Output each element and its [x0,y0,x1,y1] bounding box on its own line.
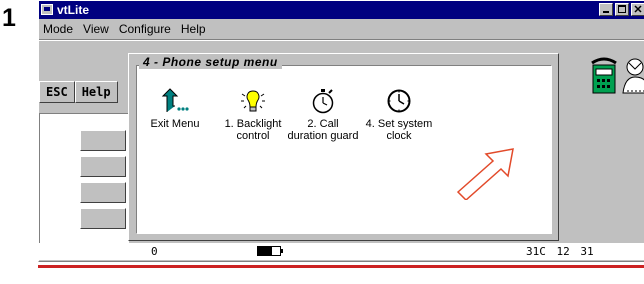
menu-item-sublabel: clock [386,130,412,142]
window-controls [599,3,644,16]
phone-status-icons [591,57,644,101]
menu-view[interactable]: View [83,22,109,36]
soft-key-3[interactable] [80,182,126,203]
window-title: vtLite [57,3,90,17]
close-icon [634,5,642,13]
minimize-icon [603,11,609,13]
dialog-title: 4 - Phone setup menu [139,55,282,69]
menu-item-exit[interactable]: Exit Menu [135,88,215,130]
clock-icon [387,89,411,113]
menu-item-backlight[interactable]: 1. Backlight control [213,88,293,142]
phone-setup-dialog: Exit Menu 1. Backlight control 2. Call d… [128,53,559,241]
app-window-icon[interactable] [41,4,53,15]
close-button[interactable] [631,3,644,16]
maximize-icon [618,5,626,13]
exit-arrow-icon [161,88,189,112]
soft-key-1[interactable] [80,130,126,151]
menu-configure[interactable]: Configure [119,22,171,36]
step-number: 1 [2,4,16,32]
menu-area: Exit Menu 1. Backlight control 2. Call d… [136,65,552,234]
title-bar: vtLite [39,1,644,19]
menu-item-label: 2. Call [307,118,339,130]
menu-item-system-clock[interactable]: 4. Set system clock [359,88,439,142]
toolbar: ESC Help [39,81,118,103]
pointer-arrow-icon [456,148,514,200]
status-bar: 0 31C 12 31 [39,243,644,260]
menu-item-sublabel: duration guard [287,130,359,142]
maximize-button[interactable] [615,3,629,16]
red-divider [38,265,644,268]
status-right-value: 31C 12 31 [526,245,594,258]
menu-mode[interactable]: Mode [43,22,73,36]
menu-item-label: Exit Menu [150,118,200,130]
stopwatch-icon [312,89,334,114]
phone-icon[interactable] [591,57,644,101]
minimize-button[interactable] [599,3,613,16]
menu-help[interactable]: Help [181,22,206,36]
menu-item-sublabel: control [236,130,270,142]
soft-key-2[interactable] [80,156,126,177]
menu-item-label: 1. Backlight [224,118,282,130]
esc-button[interactable]: ESC [39,81,75,103]
status-left-value: 0 [151,245,158,258]
display-panel [39,113,129,245]
soft-key-4[interactable] [80,208,126,229]
menu-item-call-duration[interactable]: 2. Call duration guard [283,88,363,142]
menu-item-label: 4. Set system [365,118,433,130]
help-button[interactable]: Help [74,81,118,103]
menu-bar: Mode View Configure Help [39,20,644,38]
menu-separator [39,39,644,41]
lightbulb-icon [241,90,265,112]
battery-icon [257,246,283,256]
